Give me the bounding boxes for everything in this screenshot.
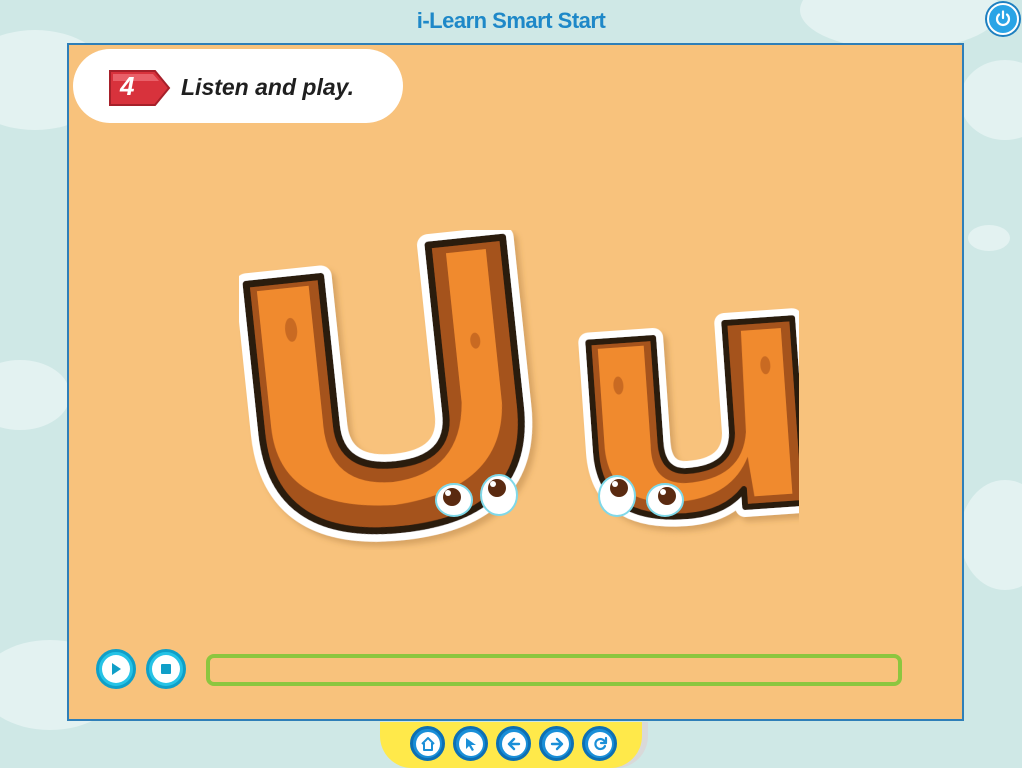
- cursor-button[interactable]: [453, 726, 488, 761]
- power-button[interactable]: [987, 3, 1019, 35]
- cursor-icon: [465, 737, 476, 751]
- letter-illustration: [239, 230, 799, 542]
- app-title: i-Learn Smart Start: [416, 8, 606, 33]
- play-button[interactable]: [96, 649, 136, 689]
- stop-button[interactable]: [146, 649, 186, 689]
- back-arrow-icon: [507, 737, 520, 750]
- instruction-text: Listen and play.: [181, 74, 354, 100]
- home-icon: [420, 736, 435, 751]
- power-icon: [995, 10, 1011, 26]
- refresh-icon: [593, 736, 607, 750]
- next-arrow-icon: [550, 737, 563, 750]
- background-cloud: [960, 60, 1022, 140]
- background-cloud: [0, 360, 70, 430]
- activity-number-badge: 4: [107, 69, 171, 107]
- audio-progress-bar[interactable]: [206, 654, 902, 686]
- activity-stage: 4 Listen and play.: [67, 43, 964, 721]
- back-button[interactable]: [496, 726, 531, 761]
- background-cloud: [968, 225, 1010, 251]
- home-button[interactable]: [410, 726, 445, 761]
- stop-icon: [161, 664, 171, 674]
- play-icon: [112, 663, 121, 675]
- refresh-button[interactable]: [582, 726, 617, 761]
- background-cloud: [960, 480, 1022, 590]
- next-button[interactable]: [539, 726, 574, 761]
- navigation-bar: [380, 722, 642, 768]
- instruction-banner: 4 Listen and play.: [73, 49, 403, 123]
- activity-number: 4: [120, 71, 135, 101]
